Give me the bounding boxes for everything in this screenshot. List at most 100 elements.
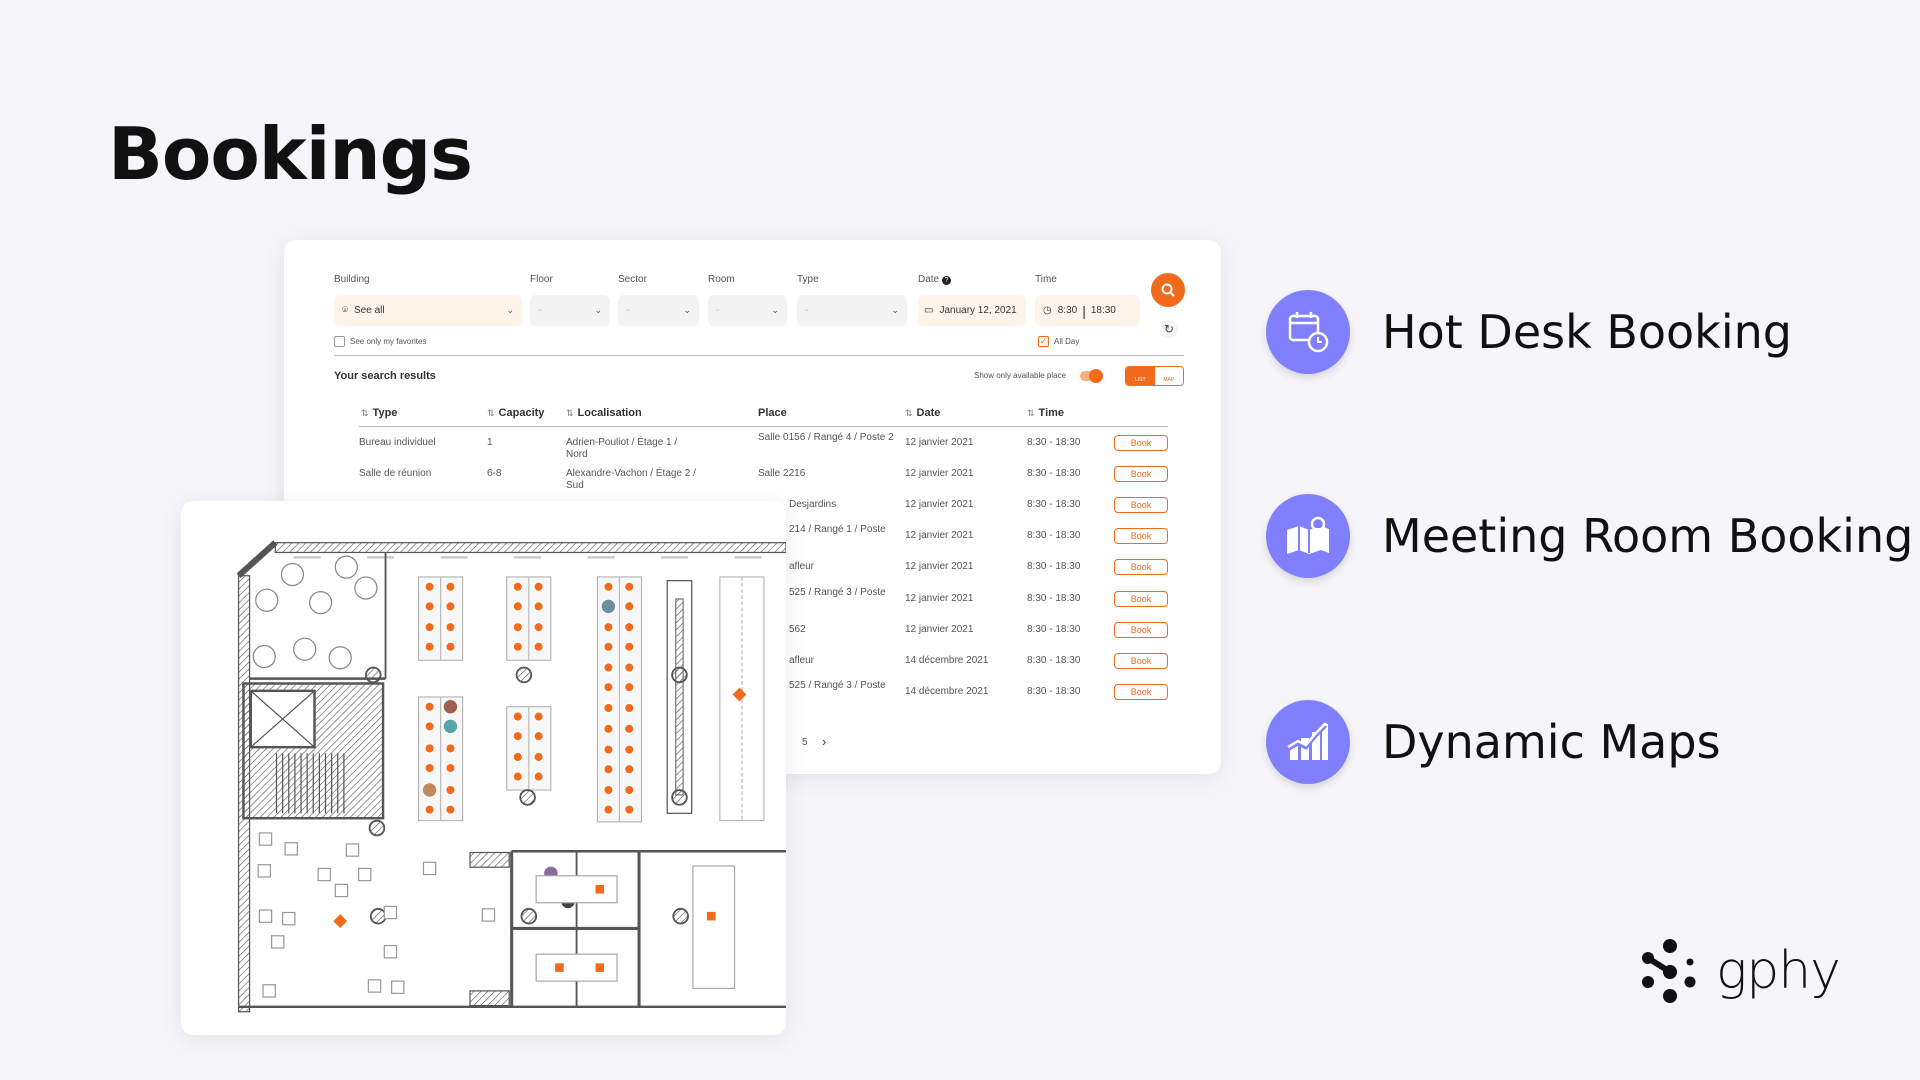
date-label: Date ? (918, 274, 951, 285)
available-desk-dot (604, 724, 613, 733)
meeting-table (535, 953, 618, 982)
book-button[interactable]: Book (1114, 497, 1168, 514)
cell-date: 12 janvier 2021 (905, 499, 974, 511)
search-button[interactable] (1151, 273, 1185, 307)
date-picker[interactable]: ▭ January 12, 2021 (918, 295, 1026, 326)
column-header-time[interactable]: ⇅ Time (1027, 407, 1064, 419)
available-desk-dot (425, 722, 434, 731)
occupant-avatar (600, 598, 617, 615)
available-desk-dot (534, 712, 543, 721)
building-select[interactable]: ⌾ See all ⌄ (334, 295, 522, 326)
type-select[interactable]: - ⌄ (797, 295, 907, 326)
book-button[interactable]: Book (1114, 683, 1168, 700)
cell-place: Salle 0156 / Rangé 4 / Poste 2 (758, 432, 894, 443)
available-desk-dot (604, 642, 613, 651)
column-header-date[interactable]: ⇅ Date (905, 407, 940, 419)
available-desk-dot (425, 602, 434, 611)
available-desk-dot (425, 805, 434, 814)
column-label: Type (372, 407, 398, 419)
favorites-checkbox[interactable] (334, 336, 345, 347)
available-room-marker (555, 963, 564, 972)
type-value: - (805, 305, 809, 316)
book-button[interactable]: Book (1114, 652, 1168, 669)
cell-type: Salle de réunion (359, 468, 432, 480)
list-view-button[interactable]: LIST (1126, 367, 1155, 385)
feature-label: Meeting Room Booking (1382, 509, 1914, 563)
occupant-avatar (442, 698, 459, 715)
all-day-checkbox[interactable]: ✓ (1038, 336, 1049, 347)
logo-mark-icon (1642, 939, 1696, 1003)
floor-value: - (538, 305, 542, 316)
available-desk-dot (534, 582, 543, 591)
book-button[interactable]: Book (1114, 559, 1168, 576)
cell-date: 14 décembre 2021 (905, 685, 989, 697)
cell-place: 214 / Rangé 1 / Poste (789, 524, 886, 536)
floor-select[interactable]: - ⌄ (530, 295, 610, 326)
available-desk-dot (534, 732, 543, 741)
lounge-table (293, 637, 317, 661)
bench-seats (675, 598, 684, 796)
pagination-page[interactable]: 5 (802, 737, 808, 748)
room-label: Room (708, 274, 735, 285)
chevron-down-icon: ⌄ (891, 305, 899, 315)
stool (383, 944, 398, 959)
book-button[interactable]: Book (1114, 466, 1168, 483)
search-icon (1161, 283, 1175, 297)
available-desk-dot (425, 642, 434, 651)
available-desk-dot (604, 703, 613, 713)
stool (284, 842, 298, 856)
available-toggle[interactable] (1080, 369, 1103, 383)
map-view-button[interactable]: MAP (1154, 367, 1183, 385)
available-desk-dot (625, 623, 634, 632)
all-day-label: All Day (1054, 337, 1080, 346)
available-desk-dot (425, 582, 434, 591)
wall (274, 542, 786, 554)
column-header-capacity[interactable]: ⇅ Capacity (487, 407, 544, 419)
column-label: Time (1038, 407, 1065, 419)
available-desk-dot (625, 745, 634, 754)
stool (367, 979, 382, 993)
sector-select[interactable]: - ⌄ (618, 295, 699, 326)
pillar (365, 666, 382, 684)
cell-date: 14 décembre 2021 (905, 654, 989, 666)
feature-label: Dynamic Maps (1382, 715, 1721, 769)
chevron-down-icon: ⌄ (506, 305, 514, 315)
book-button[interactable]: Book (1114, 435, 1168, 451)
logo-text: gphy (1716, 941, 1841, 1001)
pagination-next[interactable]: › (822, 734, 826, 749)
book-button[interactable]: Book (1114, 621, 1168, 638)
cell-place: 525 / Rangé 3 / Poste (789, 586, 886, 598)
stool (345, 843, 360, 857)
page-title: Bookings (108, 112, 473, 196)
book-button[interactable]: Book (1114, 528, 1168, 545)
room-select[interactable]: - ⌄ (708, 295, 787, 326)
reset-icon[interactable]: ↻ (1160, 320, 1178, 338)
available-desk-dot (425, 744, 434, 753)
time-range-input[interactable]: ◷ 8:30 | 18:30 (1035, 295, 1140, 326)
book-button[interactable]: Book (1114, 590, 1168, 607)
pillar (671, 789, 688, 806)
available-desk-dot (625, 602, 634, 611)
column-header-localisation[interactable]: ⇅ Localisation (566, 407, 642, 419)
time-start: 8:30 (1057, 305, 1078, 316)
lounge-table (252, 644, 276, 669)
available-desk-dot (604, 805, 613, 814)
sector-label: Sector (618, 274, 647, 285)
cell-place: Salle 2216 (758, 468, 806, 480)
chevron-down-icon: ⌄ (683, 305, 691, 315)
stool (383, 905, 398, 920)
column-header-type[interactable]: ⇅ Type (361, 407, 397, 419)
available-desk-dot (513, 772, 522, 781)
map-pin-icon (1266, 494, 1350, 578)
available-desk-dot (625, 724, 634, 733)
stool (257, 864, 272, 878)
help-icon[interactable]: ? (941, 276, 951, 285)
divider (334, 355, 1184, 356)
building-label: Building (334, 274, 370, 285)
date-value: January 12, 2021 (939, 305, 1017, 316)
lounge-table (308, 591, 333, 615)
floor-plan-map[interactable] (181, 501, 786, 1035)
map-view-label: MAP (1163, 377, 1175, 383)
all-day-filter[interactable]: ✓ All Day (1038, 336, 1079, 347)
favorites-filter[interactable]: See only my favorites (334, 336, 426, 347)
